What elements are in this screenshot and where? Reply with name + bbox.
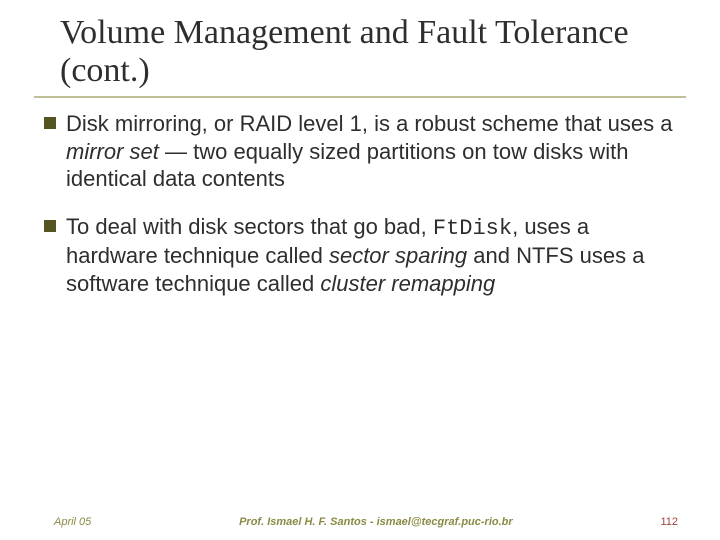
square-bullet-icon	[44, 117, 56, 129]
slide-title: Volume Management and Fault Tolerance (c…	[60, 14, 680, 90]
footer-page-number: 112	[660, 516, 678, 528]
title-area: Volume Management and Fault Tolerance (c…	[0, 0, 720, 90]
slide: Volume Management and Fault Tolerance (c…	[0, 0, 720, 540]
text-run: Disk mirroring, or RAID level 1, is a ro…	[66, 111, 672, 136]
title-underline	[34, 96, 686, 98]
footer-author: Prof. Ismael H. F. Santos - ismael@tecgr…	[239, 516, 513, 528]
text-run: To deal with disk sectors that go bad,	[66, 214, 433, 239]
text-monospace: FtDisk	[433, 216, 512, 241]
bullet-item: To deal with disk sectors that go bad, F…	[44, 213, 676, 298]
square-bullet-icon	[44, 220, 56, 232]
footer-date: April 05	[54, 516, 91, 528]
bullet-item: Disk mirroring, or RAID level 1, is a ro…	[44, 110, 676, 193]
text-italic: mirror set	[66, 139, 159, 164]
bullet-text: To deal with disk sectors that go bad, F…	[66, 213, 676, 298]
text-italic: cluster remapping	[320, 271, 495, 296]
footer: April 05 Prof. Ismael H. F. Santos - ism…	[0, 516, 720, 528]
text-italic: sector sparing	[329, 243, 467, 268]
content-area: Disk mirroring, or RAID level 1, is a ro…	[0, 98, 720, 297]
bullet-text: Disk mirroring, or RAID level 1, is a ro…	[66, 110, 676, 193]
